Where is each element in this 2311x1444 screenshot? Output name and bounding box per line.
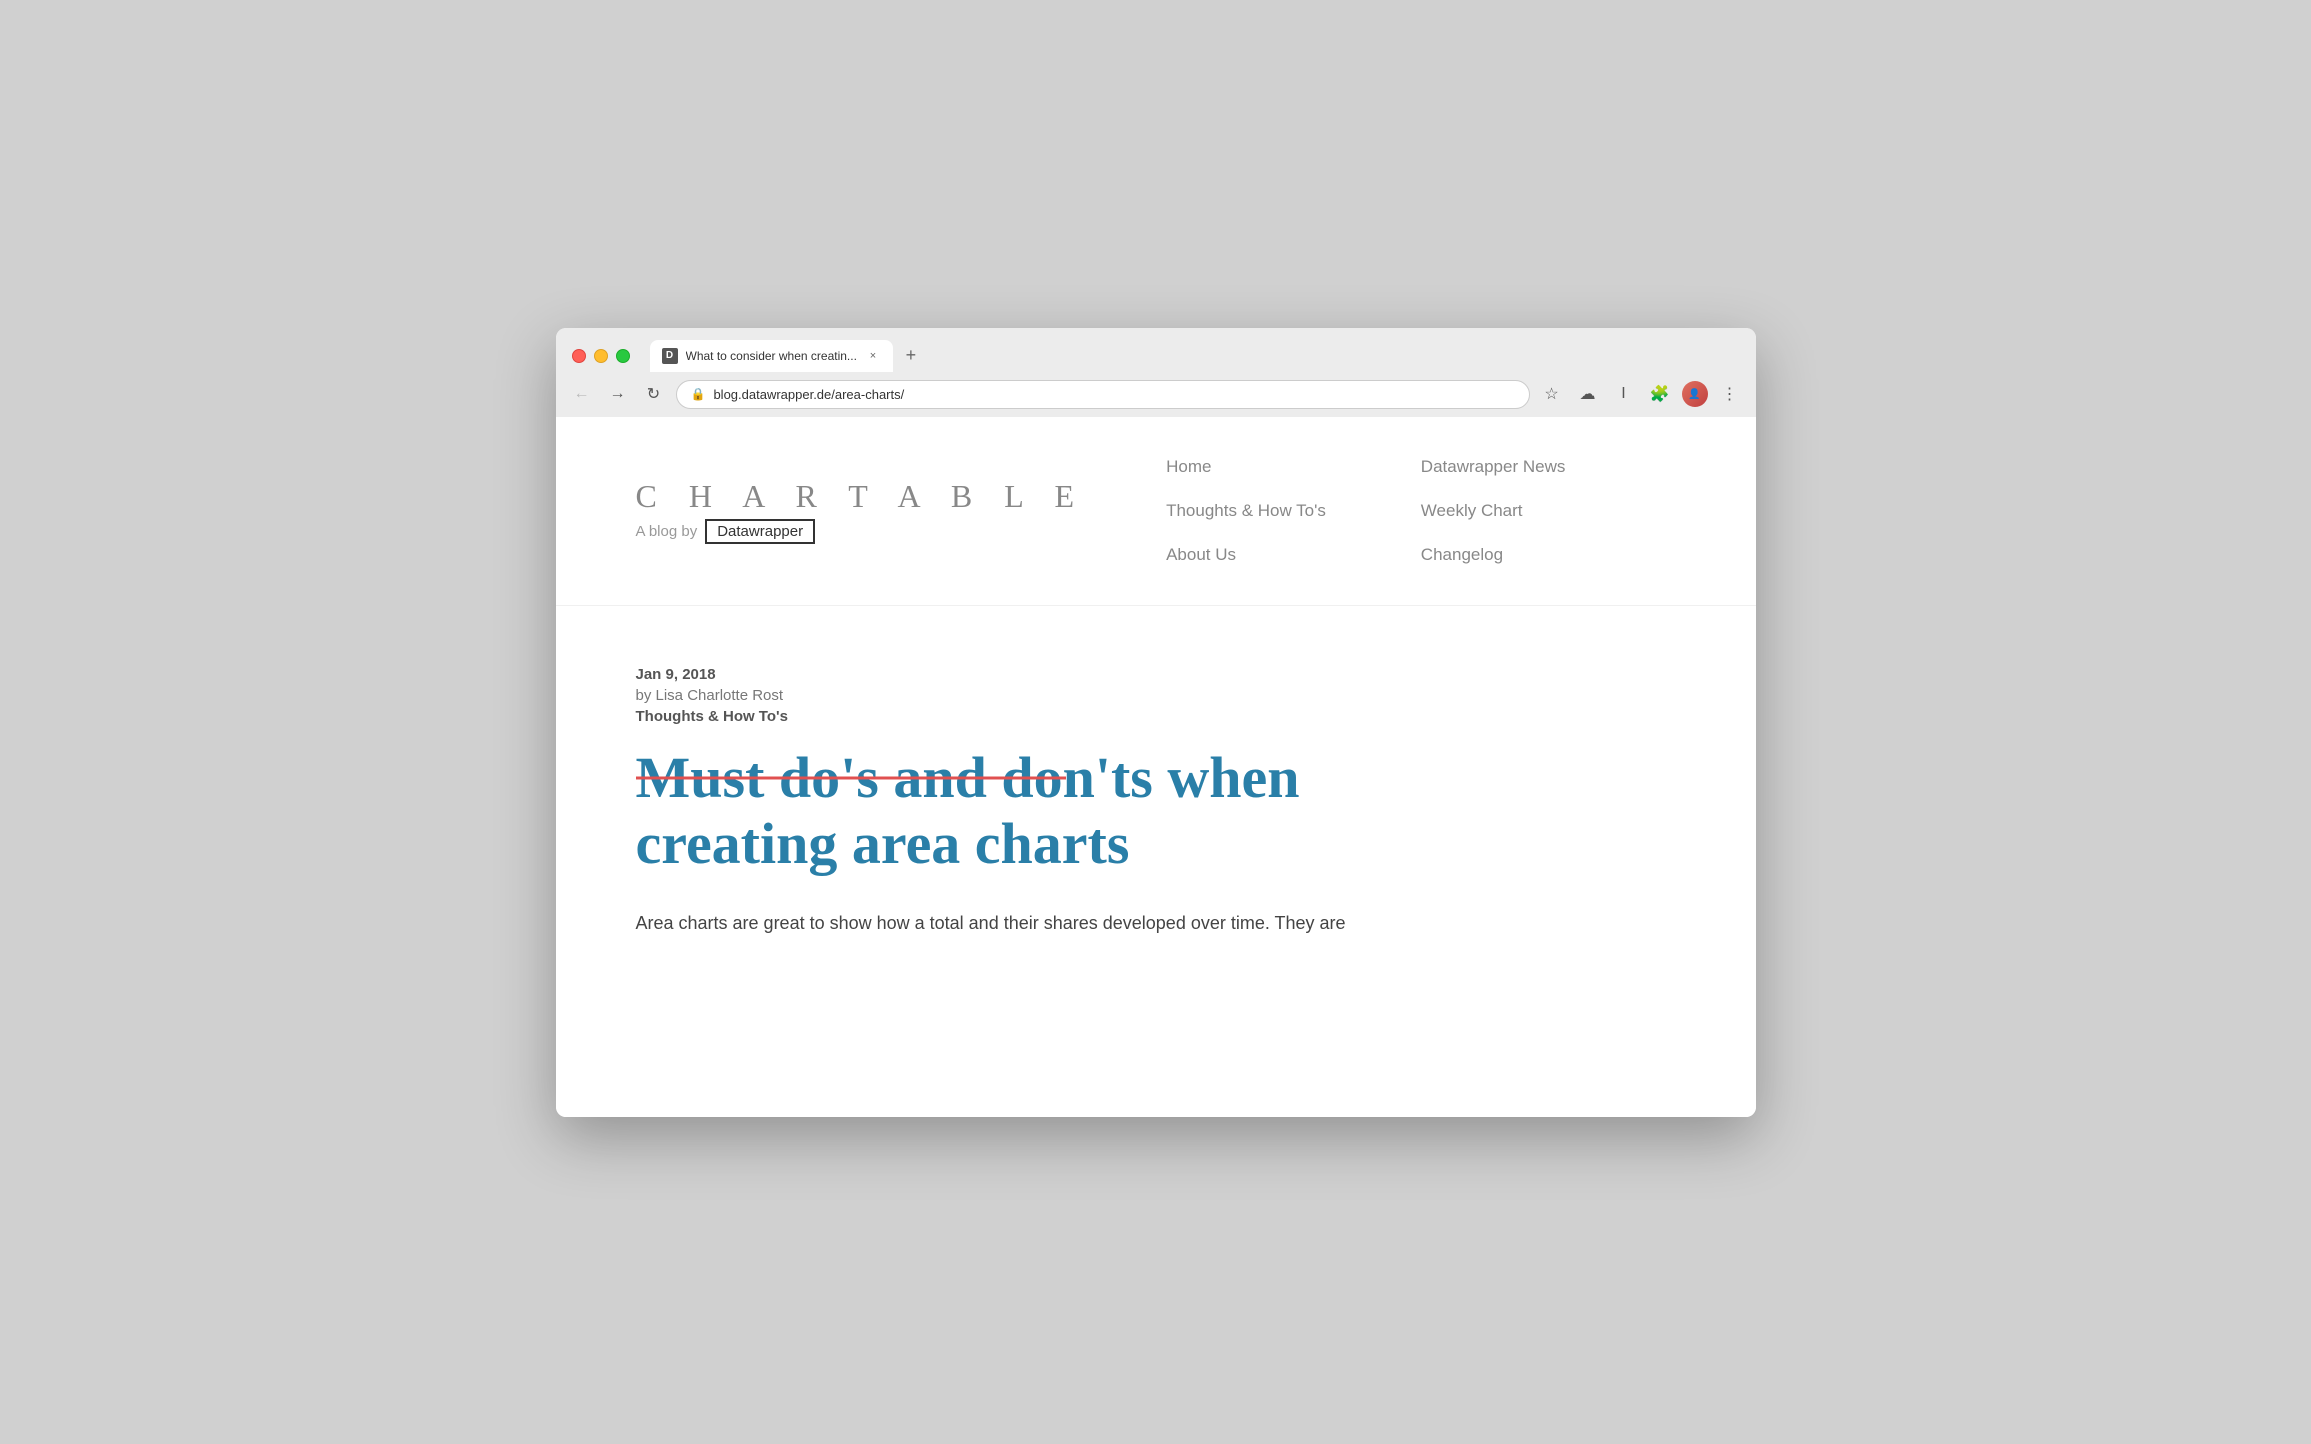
article-content: Jan 9, 2018 by Lisa Charlotte Rost Thoug… [556,606,1456,979]
browser-toolbar: ← → ↻ 🔒 blog.datawrapper.de/area-charts/… [556,372,1756,417]
nav-item-weekly-chart[interactable]: Weekly Chart [1421,501,1676,521]
nav-column-1: Home Thoughts & How To's About Us [1166,457,1421,565]
nav-column-2: Datawrapper News Weekly Chart Changelog [1421,457,1676,565]
lock-icon: 🔒 [691,387,706,401]
logo-title: C H A R T A B L E [636,478,1087,515]
article-title: Must do's and don'ts when creating area … [636,745,1376,878]
toolbar-actions: ☆ ☁ I 🧩 👤 ⋮ [1538,380,1744,408]
logo-subtitle-text: A blog by [636,523,698,540]
extensions-icon[interactable]: 🧩 [1646,380,1674,408]
nav-item-home[interactable]: Home [1166,457,1421,477]
traffic-lights [572,349,630,363]
cloud-icon[interactable]: ☁ [1574,380,1602,408]
article-body-intro: Area charts are great to show how a tota… [636,908,1376,939]
maximize-button[interactable] [616,349,630,363]
nav-item-thoughts[interactable]: Thoughts & How To's [1166,501,1421,521]
forward-button[interactable]: → [604,380,632,408]
article-category: Thoughts & How To's [636,708,1376,725]
user-avatar[interactable]: 👤 [1682,381,1708,407]
refresh-button[interactable]: ↻ [640,380,668,408]
article-title-line2: creating area charts [636,811,1376,878]
article-title-line1: Must do's and don'ts when [636,745,1376,812]
cursor-tool-icon[interactable]: I [1610,380,1638,408]
browser-window: D What to consider when creatin... × + ←… [556,328,1756,1117]
browser-tab[interactable]: D What to consider when creatin... × [650,340,893,372]
site-navigation: Home Thoughts & How To's About Us Datawr… [1166,457,1675,565]
logo-brand: Datawrapper [705,519,815,544]
bookmark-star-icon[interactable]: ☆ [1538,380,1566,408]
url-text: blog.datawrapper.de/area-charts/ [713,387,1514,402]
tab-bar: D What to consider when creatin... × + [650,340,1740,372]
nav-item-about[interactable]: About Us [1166,545,1421,565]
nav-item-changelog[interactable]: Changelog [1421,545,1676,565]
website-content: C H A R T A B L E A blog by Datawrapper … [556,417,1756,1117]
logo-subtitle: A blog by Datawrapper [636,519,1087,544]
tab-close-button[interactable]: × [865,348,881,364]
nav-item-datawrapper-news[interactable]: Datawrapper News [1421,457,1676,477]
site-logo: C H A R T A B L E A blog by Datawrapper [636,478,1087,544]
tab-favicon-icon: D [662,348,678,364]
close-button[interactable] [572,349,586,363]
back-button[interactable]: ← [568,380,596,408]
article-author: by Lisa Charlotte Rost [636,687,1376,704]
strikethrough-decoration [636,776,1066,779]
article-meta: Jan 9, 2018 by Lisa Charlotte Rost Thoug… [636,666,1376,725]
menu-icon[interactable]: ⋮ [1716,380,1744,408]
article-date: Jan 9, 2018 [636,666,1376,683]
minimize-button[interactable] [594,349,608,363]
new-tab-button[interactable]: + [897,342,925,370]
browser-titlebar: D What to consider when creatin... × + [556,328,1756,372]
browser-chrome: D What to consider when creatin... × + ←… [556,328,1756,417]
address-bar[interactable]: 🔒 blog.datawrapper.de/area-charts/ [676,380,1530,409]
site-header: C H A R T A B L E A blog by Datawrapper … [556,417,1756,606]
tab-title: What to consider when creatin... [686,349,857,363]
